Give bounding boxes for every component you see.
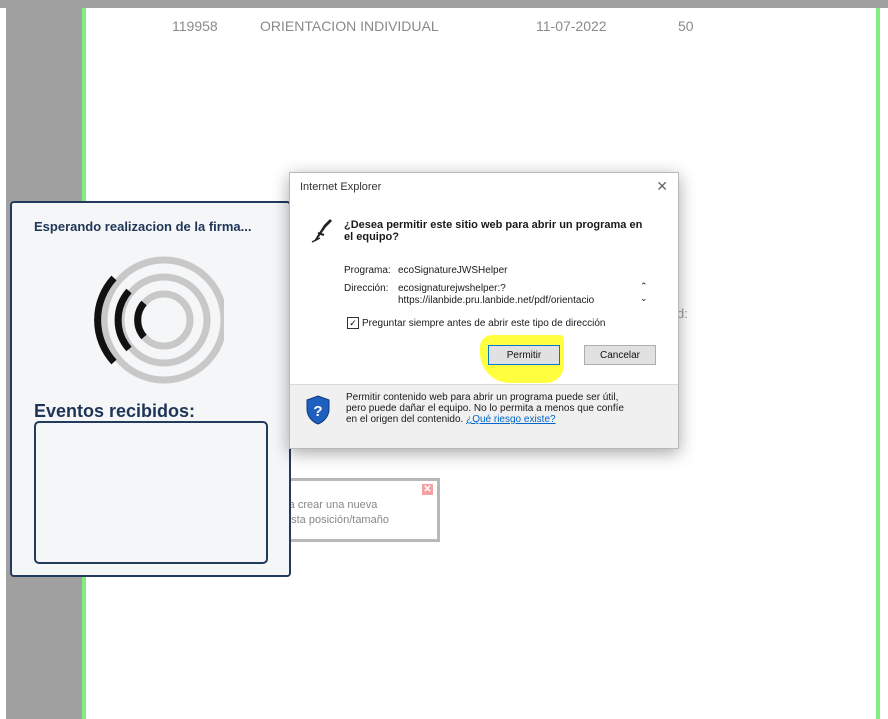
dialog-title: Internet Explorer bbox=[300, 181, 382, 193]
row-date: 11-07-2022 bbox=[536, 18, 607, 34]
hint-close-icon[interactable]: ✕ bbox=[422, 484, 433, 495]
quill-pen-icon bbox=[311, 219, 332, 243]
close-icon[interactable]: ✕ bbox=[656, 178, 668, 195]
program-label: Programa: bbox=[344, 265, 391, 276]
address-line-1: ecosignaturejwshelper:? bbox=[398, 283, 506, 294]
warning-text: Permitir contenido web para abrir un pro… bbox=[346, 392, 646, 425]
ask-always-checkbox[interactable]: ✓ bbox=[347, 317, 359, 329]
hint-line-1: ra crear una nueva bbox=[285, 499, 378, 511]
scroll-up-icon[interactable]: ⌃ bbox=[640, 281, 648, 292]
popup-title: Esperando realizacion de la firma... bbox=[34, 219, 252, 234]
program-value: ecoSignatureJWSHelper bbox=[398, 265, 508, 276]
hint-box[interactable]: ✕ ra crear una nueva esta posición/tamañ… bbox=[272, 478, 440, 542]
cancel-button[interactable]: Cancelar bbox=[584, 345, 656, 365]
warning-line-2: pero puede dañar el equipo. No lo permit… bbox=[346, 403, 624, 414]
warning-line-1: Permitir contenido web para abrir un pro… bbox=[346, 392, 619, 403]
checkbox-label: Preguntar siempre antes de abrir este ti… bbox=[362, 318, 606, 329]
events-list bbox=[34, 421, 268, 564]
svg-text:?: ? bbox=[313, 403, 322, 420]
security-shield-icon: ? bbox=[306, 395, 330, 425]
address-label: Dirección: bbox=[344, 283, 389, 294]
scroll-down-icon[interactable]: ⌄ bbox=[640, 293, 648, 304]
allow-button[interactable]: Permitir bbox=[488, 345, 560, 365]
address-line-2: https://ilanbide.pru.lanbide.net/pdf/ori… bbox=[398, 295, 595, 306]
ie-dialog: Internet Explorer ✕ ¿Desea permitir este… bbox=[289, 172, 679, 449]
row-count: 50 bbox=[678, 18, 694, 34]
events-label: Eventos recibidos: bbox=[34, 401, 196, 421]
risk-link[interactable]: ¿Qué riesgo existe? bbox=[466, 414, 556, 425]
row-id: 119958 bbox=[172, 18, 218, 34]
top-bar bbox=[0, 0, 888, 8]
signature-popup: Esperando realizacion de la firma... Eve… bbox=[10, 201, 291, 577]
hint-line-2: esta posición/tamaño bbox=[285, 514, 389, 526]
dialog-question: ¿Desea permitir este sitio web para abri… bbox=[344, 219, 643, 243]
row-name: ORIENTACION INDIVIDUAL bbox=[260, 18, 439, 34]
warning-line-3: en el origen del contenido. bbox=[346, 414, 464, 425]
signal-waves-icon bbox=[94, 256, 224, 384]
